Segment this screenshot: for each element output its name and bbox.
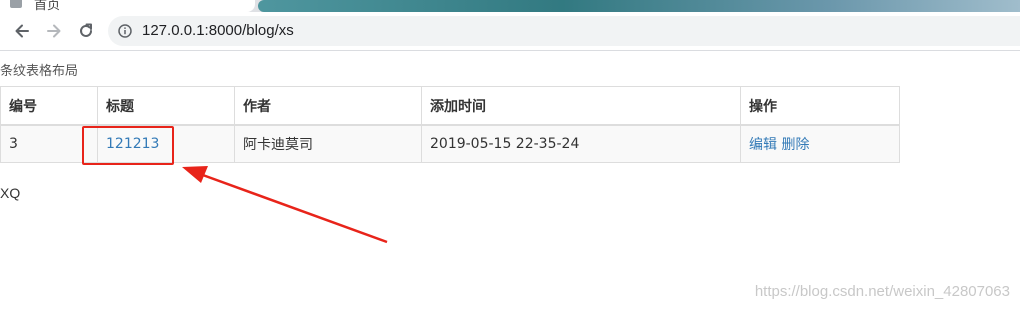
address-bar[interactable]: 127.0.0.1:8000/blog/xs [108,16,1020,46]
column-header-title: 标题 [97,86,235,126]
footer-text: XQ [0,185,21,201]
annotation-highlight-box [82,126,174,165]
arrow-left-icon [15,24,29,38]
cell-actions: 编辑 删除 [740,124,900,163]
column-header-actions: 操作 [740,86,900,126]
browser-toolbar: 127.0.0.1:8000/blog/xs [0,12,1020,51]
column-header-author: 作者 [234,86,422,126]
tab-strip: 首页 [0,0,1020,13]
cell-added-time: 2019-05-15 22-35-24 [421,124,741,163]
delete-link[interactable]: 删除 [781,137,809,153]
edit-link[interactable]: 编辑 [749,137,777,153]
reload-icon [80,23,92,37]
arrow-right-icon [47,24,61,38]
reload-button[interactable] [74,19,98,43]
info-icon[interactable] [118,24,132,38]
column-header-added-time: 添加时间 [421,86,741,126]
back-button[interactable] [10,19,34,43]
active-tab[interactable]: 首页 [0,0,255,13]
favicon-icon [10,0,22,8]
blurred-tab-area [258,0,1020,12]
page-heading: 条纹表格布局 [0,64,79,79]
column-header-id: 编号 [0,86,98,126]
watermark: https://blog.csdn.net/weixin_42807063 [754,283,1010,300]
url-text[interactable]: 127.0.0.1:8000/blog/xs [142,22,294,39]
table-header-row: 编号 标题 作者 添加时间 操作 [0,86,900,126]
cell-author: 阿卡迪莫司 [234,124,422,163]
forward-button[interactable] [42,19,66,43]
